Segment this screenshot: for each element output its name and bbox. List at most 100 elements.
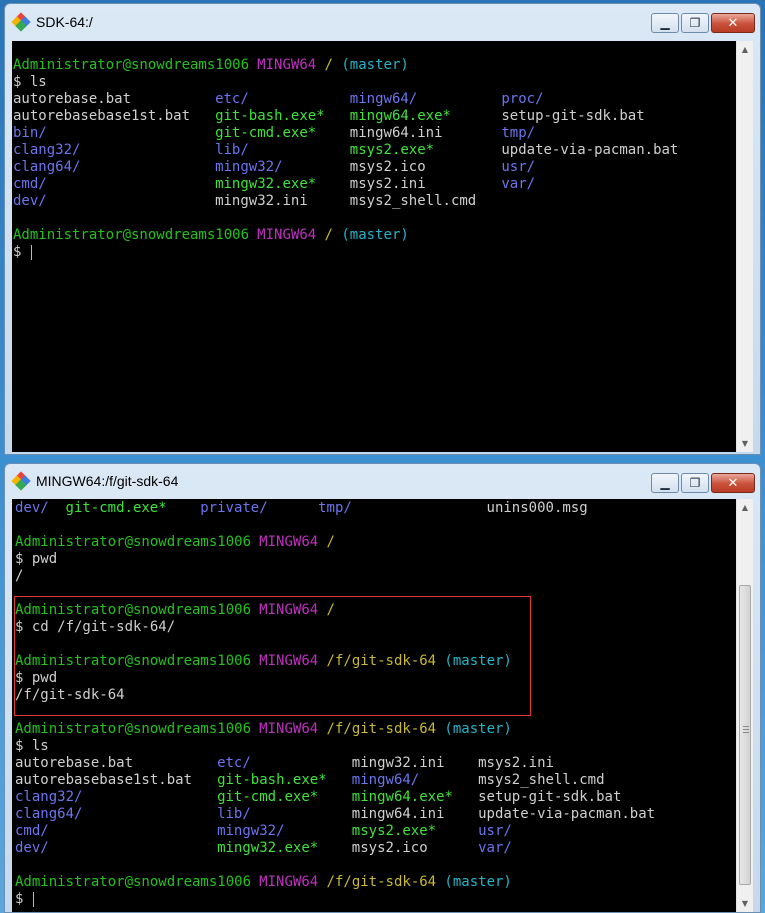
terminal-text: mingw32/ [215,159,283,175]
terminal-text: usr/ [501,159,536,175]
terminal-text: mingw32.ini [215,193,308,209]
minimize-button[interactable]: ▁ [651,13,679,33]
maximize-button[interactable]: ❐ [681,13,709,33]
terminal-text: msys2_shell.cmd [478,772,605,788]
terminal-text: msys2.ico [349,159,426,175]
terminal-text: proc/ [501,91,544,107]
terminal-text: $ [15,891,32,907]
terminal-text: MINGW64 [250,653,319,669]
terminal-text: update-via-pacman.bat [501,142,679,158]
terminal-text: MINGW64 [248,57,317,73]
terminal-text: clang32/ [13,142,81,158]
terminal-text: MINGW64 [250,874,319,890]
scroll-up-arrow-icon[interactable]: ▲ [737,499,753,516]
window-title: SDK-64:/ [36,14,93,30]
terminal-text: git-bash.exe* [217,772,327,788]
minimize-button[interactable]: ▁ [651,473,679,493]
terminal-text: cmd/ [15,823,49,839]
close-button[interactable]: ✕ [711,13,755,33]
terminal-text: msys2.ini [478,755,554,771]
terminal-text: mingw64.ini [351,806,445,822]
terminal-text: /f/git-sdk-64 [318,653,437,669]
terminal-text: setup-git-sdk.bat [501,108,645,124]
maximize-button[interactable]: ❐ [681,473,709,493]
terminal-text: / [316,57,333,73]
text-cursor [30,245,32,260]
terminal-text: (master) [436,653,512,669]
terminal-window-mingw64[interactable]: MINGW64:/f/git-sdk-64 ▁ ❐ ✕ dev/git-cmd.… [4,463,761,913]
terminal-text: MINGW64 [250,602,319,618]
terminal-text: /f/git-sdk-64 [318,721,437,737]
terminal-text: Administrator@snowdreams1006 [15,602,252,618]
scrollbar-thumb[interactable] [739,585,751,885]
git-logo-icon [11,11,31,32]
terminal-text: $ ls [15,738,49,754]
terminal-text: unins000.msg [486,500,588,516]
terminal-text: / [15,568,24,584]
terminal-text: / [316,227,333,243]
vertical-scrollbar[interactable]: ▲ ▼ [736,41,753,452]
terminal-text: $ pwd [15,670,58,686]
terminal-text: tmp/ [318,500,352,516]
terminal-text: lib/ [215,142,249,158]
terminal-text: /f/git-sdk-64 [15,687,125,703]
terminal-text: msys2.ico [351,840,428,856]
terminal-text: / [318,602,335,618]
terminal-text: git-cmd.exe* [215,125,317,141]
git-logo-icon [11,470,31,491]
terminal-text: MINGW64 [250,721,319,737]
text-cursor [32,892,34,907]
terminal-text: mingw64.ini [349,125,443,141]
terminal-text: var/ [501,176,536,192]
terminal-area[interactable]: Administrator@snowdreams1006 MINGW64 / (… [12,41,753,452]
scroll-up-arrow-icon[interactable]: ▲ [737,41,753,58]
terminal-text: mingw32/ [217,823,285,839]
terminal-text: clang64/ [13,159,81,175]
terminal-text: Administrator@snowdreams1006 [13,57,250,73]
terminal-text: msys2_shell.cmd [349,193,477,209]
terminal-text: msys2.exe* [349,142,435,158]
terminal-text: etc/ [215,91,249,107]
terminal-text: $ pwd [15,551,58,567]
terminal-text: MINGW64 [250,534,319,550]
vertical-scrollbar[interactable]: ▲ ▼ [736,499,753,912]
terminal-text: bin/ [13,125,47,141]
terminal-area[interactable]: dev/git-cmd.exe* private/tmp/unins000.msg… [12,499,753,912]
terminal-text: $ cd /f/git-sdk-64/ [15,619,176,635]
terminal-text: git-cmd.exe* [65,500,167,516]
terminal-text: autorebasebase1st.bat [15,772,193,788]
terminal-text: etc/ [217,755,251,771]
terminal-text: dev/ [15,840,49,856]
terminal-text: (master) [436,874,512,890]
terminal-text: (master) [332,227,409,243]
terminal-text: Administrator@snowdreams1006 [15,721,252,737]
terminal-text: Administrator@snowdreams1006 [15,534,252,550]
terminal-window-sdk64[interactable]: SDK-64:/ ▁ ❐ ✕ Administrator@snowdreams1… [4,3,761,455]
terminal-text: setup-git-sdk.bat [478,789,622,805]
scroll-down-arrow-icon[interactable]: ▼ [737,895,753,912]
terminal-text: cmd/ [13,176,47,192]
terminal-text: mingw64.exe* [349,108,451,124]
terminal-text: mingw32.ini [351,755,445,771]
terminal-text: $ [13,244,30,260]
terminal-text: msys2.ini [349,176,426,192]
terminal-text: private/ [200,500,268,516]
terminal-text: msys2.exe* [351,823,437,839]
title-bar[interactable]: SDK-64:/ ▁ ❐ ✕ [5,4,760,40]
title-bar[interactable]: MINGW64:/f/git-sdk-64 ▁ ❐ ✕ [5,464,760,498]
terminal-output[interactable]: dev/git-cmd.exe* private/tmp/unins000.msg… [12,499,736,912]
terminal-output[interactable]: Administrator@snowdreams1006 MINGW64 / (… [12,41,736,452]
terminal-text: lib/ [217,806,251,822]
terminal-text: dev/ [13,193,47,209]
terminal-text: clang32/ [15,789,83,805]
terminal-text: /f/git-sdk-64 [318,874,437,890]
terminal-text: autorebase.bat [15,755,134,771]
terminal-text: (master) [332,57,409,73]
terminal-text: Administrator@snowdreams1006 [15,653,252,669]
scroll-down-arrow-icon[interactable]: ▼ [737,435,753,452]
terminal-text: mingw64.exe* [351,789,453,805]
close-button[interactable]: ✕ [711,473,755,493]
terminal-text: var/ [478,840,512,856]
terminal-text: update-via-pacman.bat [478,806,656,822]
terminal-text: usr/ [478,823,512,839]
